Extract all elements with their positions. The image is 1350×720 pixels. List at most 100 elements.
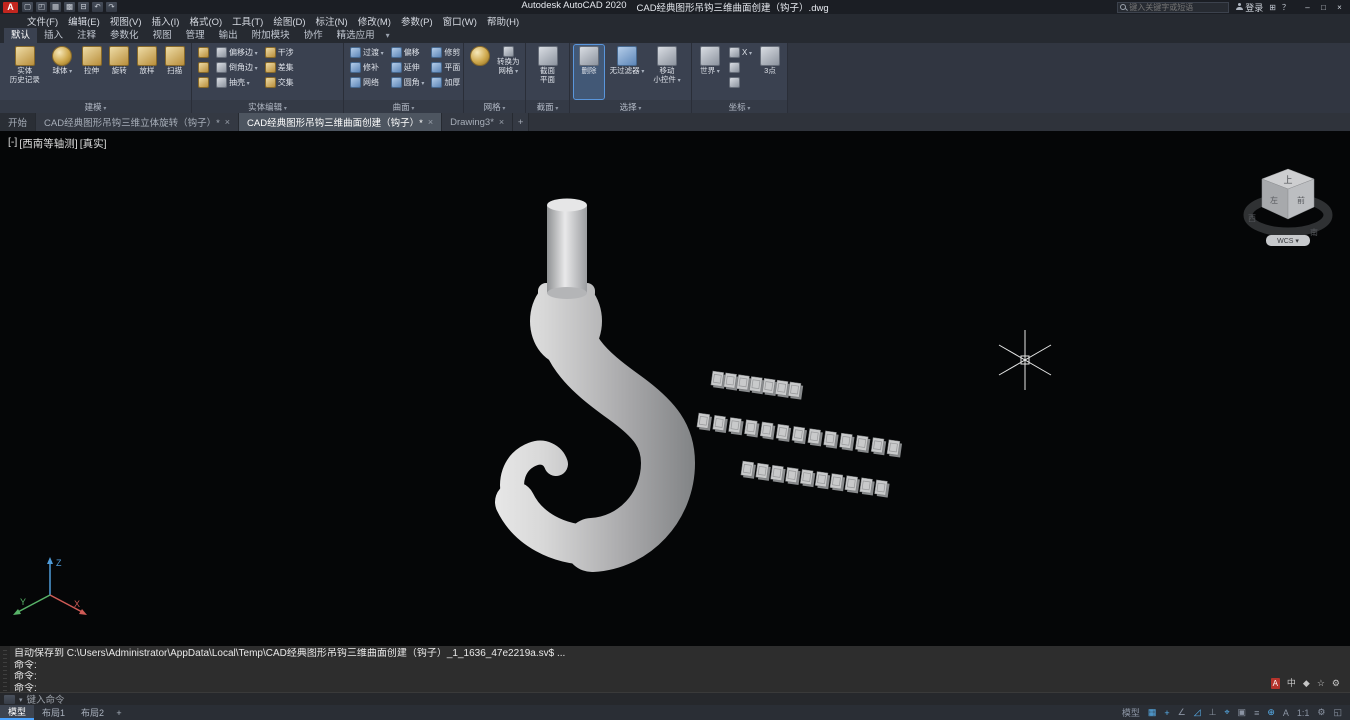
extrude-button[interactable]: 拉伸 (79, 45, 104, 99)
offset-edge-button[interactable]: 偏移边 (214, 45, 260, 59)
ribbon-tab-annotate[interactable]: 注释 (70, 26, 103, 43)
command-line-panel[interactable]: 自动保存到 C:\Users\Administrator\AppData\Loc… (0, 646, 1350, 694)
fullscreen-icon[interactable]: ◱ (1333, 707, 1342, 718)
model-viewport[interactable]: AutoCAD教程中心 bilibili [-] [西南等轴测] [真实] (0, 131, 1350, 646)
model-space-toggle[interactable]: 模型 (1122, 706, 1140, 719)
ucs-3point-button[interactable]: 3点 (757, 45, 783, 99)
surface-network-button[interactable]: 网络 (348, 75, 386, 89)
surface-blend-button[interactable]: 过渡 (348, 45, 386, 59)
new-layout-button[interactable]: + (112, 705, 126, 720)
visual-style-control[interactable]: [真实] (80, 136, 107, 151)
menu-edit[interactable]: 编辑(E) (63, 14, 105, 28)
ucs-icon[interactable]: Z X Y (6, 553, 90, 625)
search-input[interactable] (1129, 2, 1222, 12)
minimize-button[interactable]: – (1300, 1, 1315, 13)
ribbon-minimize-icon[interactable] (386, 31, 390, 40)
panel-label-coordinates[interactable]: 坐标 (692, 100, 787, 113)
snap-toggle-icon[interactable]: + (1164, 708, 1169, 718)
surface-fillet-button[interactable]: 圆角 (389, 75, 427, 89)
smooth-object-button[interactable] (468, 45, 492, 99)
save-as-icon[interactable]: ▩ (64, 2, 75, 12)
revolve-button[interactable]: 旋转 (107, 45, 132, 99)
panel-label-mesh[interactable]: 网格 (464, 100, 525, 113)
surface-extend-button[interactable]: 延伸 (389, 60, 427, 74)
undo-icon[interactable]: ↶ (92, 2, 103, 12)
intersect-button[interactable]: 交集 (263, 75, 296, 89)
language-icon[interactable]: 中 (1287, 678, 1296, 690)
panel-label-modeling[interactable]: 建模 (0, 100, 191, 113)
panel-label-selection[interactable]: 选择 (570, 100, 691, 113)
dynamic-input-icon[interactable]: ⊕ (1267, 707, 1275, 718)
ribbon-tab-addins[interactable]: 附加模块 (245, 26, 297, 43)
move-gizmo-dropdown[interactable]: 移动 小控件 (650, 45, 684, 99)
ribbon-tab-view[interactable]: 视图 (146, 26, 179, 43)
command-panel-grip[interactable] (0, 646, 10, 692)
panel-label-surface[interactable]: 曲面 (344, 100, 463, 113)
selection-filter-dropdown[interactable]: 无过滤器 (607, 45, 647, 99)
annotation-visibility-icon[interactable]: A (1283, 708, 1289, 718)
grid-toggle-icon[interactable]: ▦ (1148, 707, 1157, 718)
sweep-button[interactable]: 扫描 (162, 45, 187, 99)
ucs-x-button[interactable]: X (727, 45, 754, 59)
isodraft-icon[interactable]: ◿ (1194, 707, 1201, 718)
tab-close-icon[interactable]: × (225, 117, 230, 127)
menu-view[interactable]: 视图(V) (105, 14, 147, 28)
autocad-logo-icon[interactable]: A (3, 1, 18, 13)
ucs-icon-button[interactable] (727, 60, 754, 74)
close-button[interactable]: × (1332, 1, 1347, 13)
restore-button[interactable]: □ (1316, 1, 1331, 13)
shell-button[interactable]: 抽壳 (214, 75, 260, 89)
surface-thicken-button[interactable]: 加厚 (429, 75, 462, 89)
wcs-menu-label[interactable]: WCS ▾ (1277, 238, 1299, 245)
ribbon-tab-manage[interactable]: 管理 (179, 26, 212, 43)
tray-favorites-icon[interactable]: ☆ (1317, 678, 1325, 690)
ribbon-tab-output[interactable]: 输出 (212, 26, 245, 43)
ribbon-tab-featured-apps[interactable]: 精选应用 (330, 26, 382, 43)
menu-parametric[interactable]: 参数(P) (396, 14, 438, 28)
tray-settings-icon[interactable]: ⚙ (1332, 678, 1340, 690)
solid-subtract-button[interactable] (196, 60, 211, 74)
ucs-world-button[interactable]: 世界 (696, 45, 724, 99)
object-snap-icon[interactable]: ⌖ (1224, 707, 1229, 718)
menu-help[interactable]: 帮助(H) (482, 14, 524, 28)
layout-tab-model[interactable]: 模型 (0, 705, 35, 720)
help-search[interactable] (1117, 1, 1230, 13)
compass-south-label[interactable]: 南 (1310, 227, 1318, 237)
ribbon-tab-collaborate[interactable]: 协作 (297, 26, 330, 43)
menu-window[interactable]: 窗口(W) (438, 14, 482, 28)
workspace-switch-icon[interactable]: ⚙ (1317, 707, 1325, 718)
transparency-icon[interactable]: ≡ (1254, 708, 1259, 718)
open-icon[interactable]: ◰ (36, 2, 47, 12)
file-tab-doc3[interactable]: Drawing3* × (442, 113, 514, 131)
lineweight-icon[interactable]: ▣ (1238, 707, 1247, 718)
ortho-icon[interactable]: ⊥ (1209, 707, 1217, 718)
file-tab-doc1[interactable]: CAD经典图形吊钩三维立体旋转（钩子）* × (36, 113, 240, 131)
command-customize-icon[interactable] (4, 694, 15, 704)
surface-patch-button[interactable]: 修补 (348, 60, 386, 74)
panel-label-section[interactable]: 截面 (526, 100, 569, 113)
section-plane-button[interactable]: 截面 平面 (532, 45, 564, 99)
new-icon[interactable]: ▢ (22, 2, 33, 12)
compass-west-label[interactable]: 西 (1248, 214, 1256, 223)
panel-label-solid-edit[interactable]: 实体编辑 (192, 100, 343, 113)
solid-union-button[interactable] (196, 45, 211, 59)
layout-tab-layout2[interactable]: 布局2 (73, 705, 112, 720)
tray-status-icon[interactable]: ◆ (1303, 678, 1310, 690)
surface-planar-button[interactable]: 平面 (429, 60, 462, 74)
viewport-menu-control[interactable]: [-] (8, 136, 17, 151)
sphere-button[interactable]: 球体 (48, 45, 76, 99)
signin-button[interactable]: 登录 (1235, 1, 1263, 14)
hook-3d-model[interactable] (495, 198, 696, 572)
surface-trim-button[interactable]: 修剪 (429, 45, 462, 59)
polar-tracking-icon[interactable]: ∠ (1178, 707, 1186, 718)
tab-close-icon[interactable]: × (428, 117, 433, 127)
menu-draw[interactable]: 绘图(D) (268, 14, 310, 28)
help-icon[interactable]: ？ (1282, 2, 1290, 13)
menu-insert[interactable]: 插入(I) (146, 14, 184, 28)
ribbon-tab-home[interactable]: 默认 (4, 26, 38, 43)
loft-button[interactable]: 放样 (135, 45, 160, 99)
solid-intersect-button[interactable] (196, 75, 211, 89)
3d-text-model[interactable] (696, 370, 903, 498)
layout-tab-layout1[interactable]: 布局1 (34, 705, 73, 720)
view-direction-control[interactable]: [西南等轴测] (19, 136, 77, 151)
